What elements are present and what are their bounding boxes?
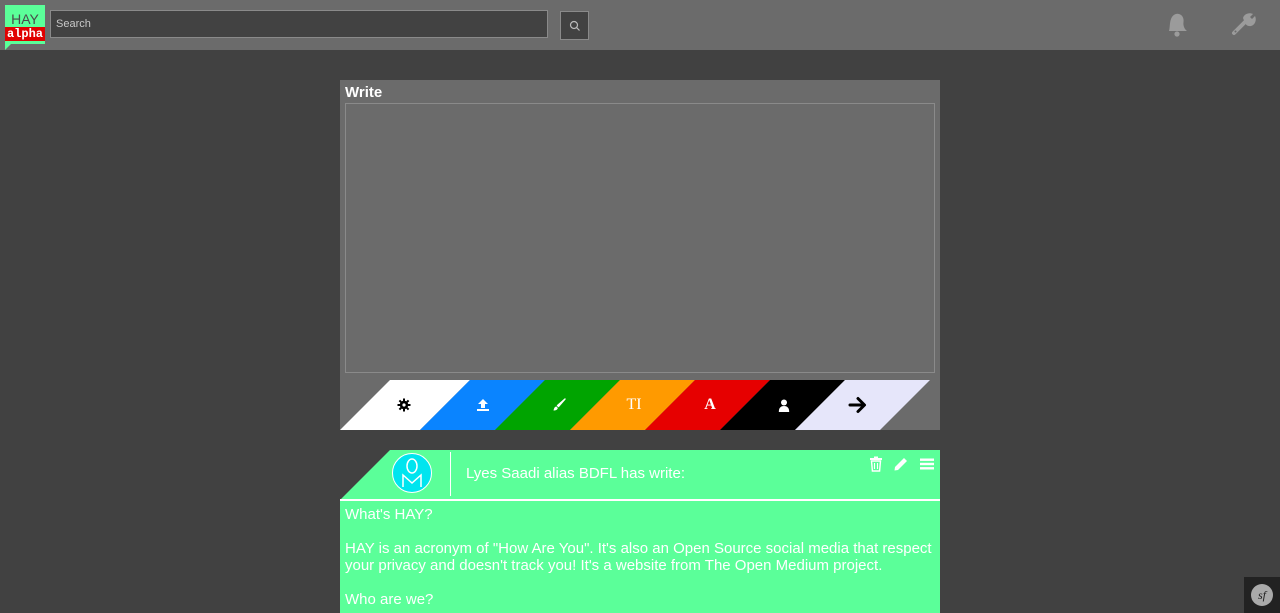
post-paragraph: What's HAY? (345, 506, 433, 523)
edit-post-button[interactable] (892, 455, 910, 473)
toolbar-brush-button[interactable] (534, 380, 584, 430)
menu-icon (920, 458, 934, 470)
arrow-right-icon (848, 397, 866, 413)
post-paragraph: Who are we? (345, 591, 434, 608)
write-textarea[interactable] (345, 103, 935, 373)
top-bar: HAY alpha (0, 0, 1280, 50)
user-icon (778, 399, 790, 412)
avatar[interactable] (392, 453, 432, 493)
trash-icon (870, 456, 882, 472)
composer-toolbar: TI A (340, 380, 940, 430)
post-body: What's HAY? HAY is an acronym of "How Ar… (340, 501, 940, 613)
toolbar-font-button[interactable]: A (685, 380, 735, 430)
search-button[interactable] (560, 11, 589, 40)
wrench-icon (1232, 13, 1256, 35)
notifications-button[interactable] (1160, 8, 1192, 40)
hay-logo[interactable]: HAY alpha (5, 5, 45, 50)
toolbar-upload-button[interactable] (458, 380, 508, 430)
alpha-badge: alpha (5, 27, 45, 41)
upload-icon (477, 399, 489, 411)
toolbar-settings-button[interactable] (379, 380, 429, 430)
font-icon: A (704, 396, 716, 413)
logo-text: HAY (11, 11, 39, 27)
post-menu-button[interactable] (918, 455, 936, 473)
pencil-icon (894, 458, 907, 471)
write-title: Write (345, 84, 383, 101)
toolbar-text-size-button[interactable]: TI (609, 380, 659, 430)
brush-icon (553, 398, 566, 411)
header-divider (450, 452, 451, 496)
symfony-icon: sf (1251, 584, 1273, 606)
post-header: Lyes Saadi alias BDFL has write: (340, 450, 940, 500)
post-author-line: Lyes Saadi alias BDFL has write: (466, 465, 685, 482)
text-size-icon: TI (626, 396, 642, 413)
gear-icon (397, 398, 411, 412)
settings-button[interactable] (1229, 8, 1261, 40)
post-paragraph: HAY is an acronym of "How Are You". It's… (345, 540, 932, 574)
toolbar-user-button[interactable] (759, 380, 809, 430)
delete-post-button[interactable] (867, 455, 885, 473)
open-medium-logo-icon (402, 458, 422, 487)
symfony-debug-button[interactable]: sf (1244, 577, 1280, 613)
logo-tail (5, 44, 11, 50)
bell-icon (1169, 13, 1187, 37)
write-panel: Write (340, 80, 940, 380)
search-icon (569, 20, 580, 31)
send-button[interactable] (833, 380, 883, 430)
post-card: Lyes Saadi alias BDFL has write: What's … (340, 450, 940, 613)
search-input[interactable] (50, 10, 548, 38)
